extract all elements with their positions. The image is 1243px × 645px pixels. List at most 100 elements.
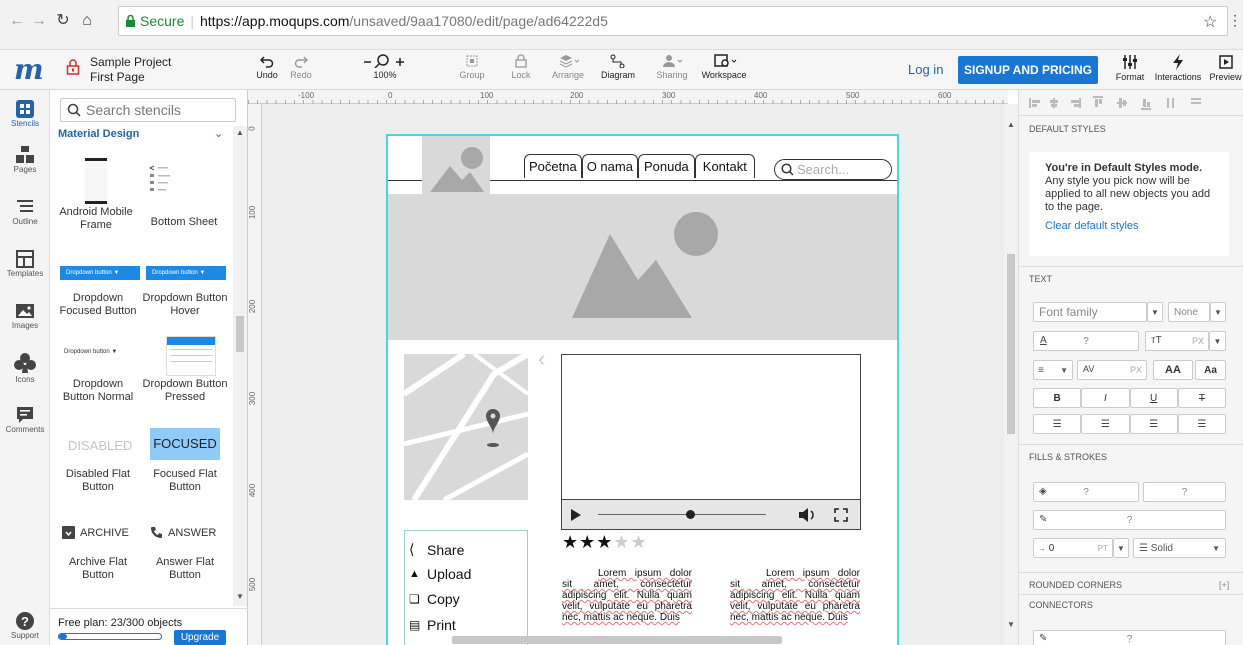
star-rating[interactable]: ★★★★★: [562, 532, 648, 553]
rail-icons[interactable]: Icons: [0, 352, 50, 384]
stencil-label[interactable]: Dropdown Button Normal: [56, 378, 140, 404]
uppercase-button[interactable]: AA: [1153, 360, 1193, 380]
address-bar[interactable]: Secure | https://app.moqups.com/unsaved/…: [118, 6, 1228, 36]
signup-button[interactable]: SIGNUP AND PRICING: [958, 56, 1098, 84]
line-height-select[interactable]: ≡ ▼: [1033, 360, 1073, 380]
nav-tab[interactable]: Ponuda: [637, 154, 695, 178]
stencil-search-input[interactable]: Search stencils: [60, 98, 236, 122]
video-progress-track[interactable]: [598, 514, 766, 515]
stencil-label[interactable]: Answer Flat Button: [142, 556, 228, 582]
rail-support[interactable]: ? Support: [0, 612, 50, 640]
font-weight-select[interactable]: None: [1168, 302, 1210, 322]
stroke-width-chevron-icon[interactable]: ▼: [1113, 538, 1129, 558]
hero-image-placeholder[interactable]: [388, 194, 897, 340]
stencil-scrollbar[interactable]: ▲ ▼: [233, 126, 247, 606]
back-icon[interactable]: ←: [8, 12, 26, 30]
workspace-button[interactable]: Workspace: [698, 54, 750, 80]
canvas-vertical-scrollbar[interactable]: ▲ ▼: [1004, 104, 1018, 645]
nav-tab[interactable]: Kontakt: [694, 154, 755, 178]
home-icon[interactable]: ⌂: [78, 12, 96, 30]
font-family-select[interactable]: Font family: [1033, 302, 1147, 322]
format-button[interactable]: Format: [1110, 54, 1150, 82]
library-selector[interactable]: Material Design: [58, 128, 139, 140]
clear-default-styles-link[interactable]: Clear default styles: [1045, 220, 1219, 233]
share-menu-item[interactable]: ▲ Upload: [409, 566, 471, 582]
stencil-label[interactable]: Focused Flat Button: [142, 468, 228, 494]
stencil-label[interactable]: Dropdown Button Pressed: [142, 378, 228, 404]
stroke-width-field[interactable]: → 0 PT: [1033, 538, 1113, 558]
volume-icon[interactable]: [798, 507, 816, 523]
undo-button[interactable]: Undo: [252, 54, 282, 80]
smallcaps-button[interactable]: Aa: [1195, 360, 1226, 380]
letter-spacing-field[interactable]: AV PX: [1077, 360, 1147, 380]
fill-color-field[interactable]: ◈?: [1033, 482, 1139, 502]
map-placeholder[interactable]: [404, 354, 528, 500]
font-size-chevron-icon[interactable]: ▼: [1209, 331, 1226, 351]
font-weight-chevron-icon[interactable]: ▼: [1210, 302, 1226, 322]
carousel-left-arrow-icon[interactable]: ‹: [538, 346, 545, 372]
browser-menu-icon[interactable]: ⋮: [1228, 12, 1242, 29]
library-chevron-down-icon[interactable]: ⌄: [214, 127, 223, 140]
lorem-text-column-1[interactable]: Lorem ipsum dolor sit amet, consectetur …: [562, 568, 692, 638]
connector-style-field[interactable]: ✎?: [1033, 630, 1226, 645]
rail-comments[interactable]: Comments: [0, 406, 50, 434]
stroke-color-field[interactable]: ✎?: [1033, 510, 1226, 530]
strikethrough-button[interactable]: T: [1177, 388, 1226, 408]
stencil-label[interactable]: Disabled Flat Button: [56, 468, 140, 494]
lock-button[interactable]: Lock: [506, 54, 536, 80]
rail-templates[interactable]: Templates: [0, 250, 50, 278]
share-menu-item[interactable]: ❏ Copy: [409, 591, 460, 607]
canvas-horizontal-scrollbar[interactable]: [452, 636, 782, 644]
share-menu-item[interactable]: ⟨ Share: [409, 541, 464, 558]
align-justify-icon[interactable]: ☰: [1177, 414, 1226, 434]
fullscreen-icon[interactable]: [834, 508, 848, 522]
fill-opacity-field[interactable]: ?: [1143, 482, 1226, 502]
reload-icon[interactable]: ↻: [54, 12, 72, 30]
login-link[interactable]: Log in: [908, 62, 943, 77]
zoom-control[interactable]: 100%: [362, 54, 408, 80]
stencil-label[interactable]: Archive Flat Button: [56, 556, 140, 582]
nav-tab[interactable]: Početna: [524, 154, 582, 178]
stencil-label[interactable]: Dropdown Focused Button: [56, 292, 140, 318]
mockup-page[interactable]: Početna O nama Ponuda Kontakt Search... …: [386, 134, 899, 645]
play-icon[interactable]: [570, 509, 582, 521]
rail-stencils[interactable]: Stencils: [0, 100, 50, 128]
rounded-corners-add-button[interactable]: [+]: [1219, 580, 1229, 590]
rail-images[interactable]: Images: [0, 302, 50, 330]
bookmark-star-icon[interactable]: ☆: [1203, 12, 1217, 32]
video-player[interactable]: [561, 354, 861, 530]
stencil-label[interactable]: Android Mobile Frame: [56, 206, 136, 232]
video-progress-thumb[interactable]: [686, 510, 695, 519]
diagram-button[interactable]: Diagram: [598, 54, 638, 80]
interactions-button[interactable]: Interactions: [1152, 54, 1204, 82]
stencil-label[interactable]: Dropdown Button Hover: [142, 292, 228, 318]
align-center-icon[interactable]: ☰: [1081, 414, 1130, 434]
share-menu-item[interactable]: ▤ Print: [409, 617, 456, 633]
text-color-field[interactable]: A?: [1033, 331, 1139, 351]
group-button[interactable]: Group: [455, 54, 489, 80]
design-canvas[interactable]: Početna O nama Ponuda Kontakt Search... …: [262, 104, 1008, 645]
italic-button[interactable]: I: [1081, 388, 1130, 408]
align-right-icon[interactable]: ☰: [1129, 414, 1178, 434]
rail-pages[interactable]: Pages: [0, 146, 50, 174]
mockup-search-input[interactable]: Search...: [774, 159, 892, 180]
upgrade-button[interactable]: Upgrade: [174, 630, 226, 645]
underline-button[interactable]: U: [1129, 388, 1178, 408]
nav-tab[interactable]: O nama: [581, 154, 638, 178]
moqups-logo[interactable]: m: [14, 53, 44, 86]
bold-button[interactable]: B: [1033, 388, 1082, 408]
project-lock-icon[interactable]: [66, 59, 80, 75]
stroke-style-select[interactable]: ☰ Solid ▼: [1133, 538, 1226, 558]
redo-button[interactable]: Redo: [286, 54, 316, 80]
preview-button[interactable]: Preview: [1208, 54, 1243, 82]
forward-icon[interactable]: →: [30, 12, 48, 30]
font-size-field[interactable]: тT PX: [1145, 331, 1209, 351]
sharing-button[interactable]: Sharing: [654, 54, 690, 80]
logo-image-placeholder[interactable]: [422, 136, 490, 194]
arrange-button[interactable]: Arrange: [550, 54, 586, 80]
lorem-text-column-2[interactable]: Lorem ipsum dolor sit amet, consectetur …: [730, 568, 860, 638]
rail-outline[interactable]: Outline: [0, 198, 50, 226]
font-family-chevron-icon[interactable]: ▼: [1147, 302, 1163, 322]
align-left-icon[interactable]: ☰: [1033, 414, 1082, 434]
align-icons[interactable]: [1029, 96, 1239, 110]
